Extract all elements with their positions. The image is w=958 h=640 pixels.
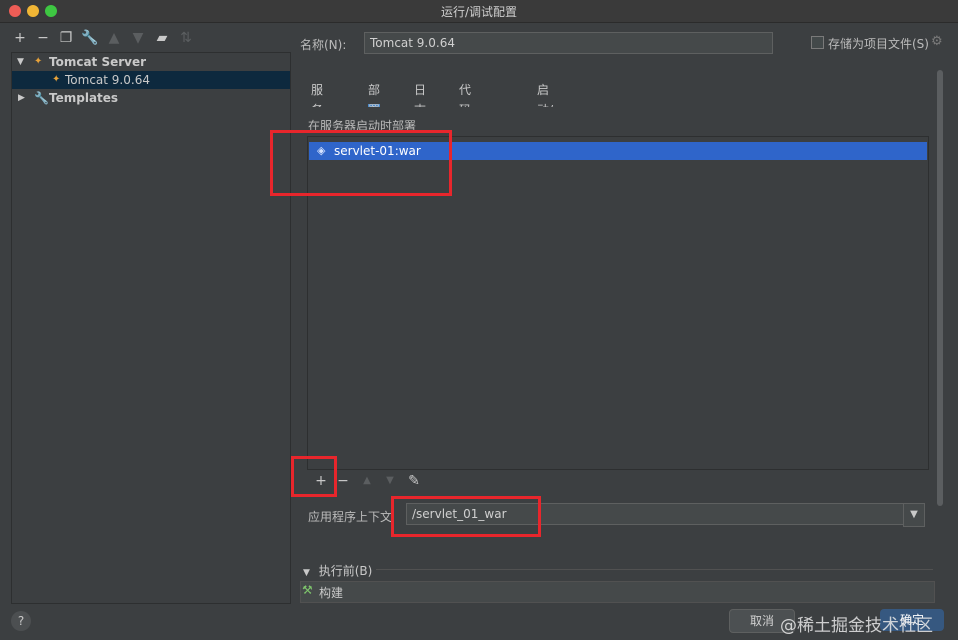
divider [376,569,933,570]
store-as-project-file-label: 存储为项目文件(S) [828,37,929,51]
tree-item-tomcat-server[interactable]: ▼ ✦ Tomcat Server [12,53,290,71]
remove-icon[interactable]: − [34,28,52,48]
wrench-icon: 🔧 [34,91,49,105]
tree-item-label: Tomcat Server [49,55,147,69]
artifact-list-toolbar: + − ▲ ▼ ✎ [307,469,927,492]
hammer-icon: ⚒ [302,583,313,597]
move-up-icon[interactable]: ▲ [357,470,377,492]
sort-icon[interactable]: ⇅ [177,28,195,48]
tab-logs[interactable]: 日志 [414,80,426,117]
name-label: 名称(N): [300,38,347,52]
help-button[interactable]: ? [11,611,31,631]
tab-deployment[interactable]: 部署 [368,80,381,117]
add-icon[interactable]: + [11,28,29,48]
scrollbar-thumb[interactable] [937,70,943,506]
tab-coverage[interactable]: 代码覆盖率 [459,80,471,177]
watermark: @稀土掘金技术社区 [780,616,933,636]
before-launch-header[interactable]: ▼ 执行前(B) [303,562,372,579]
edit-icon[interactable]: ✎ [404,470,424,492]
chevron-right-icon[interactable]: ▶ [18,89,25,107]
chevron-down-icon[interactable]: ▼ [303,568,310,578]
tree-item-templates[interactable]: ▶ 🔧 Templates [12,89,290,107]
wrench-icon[interactable]: 🔧 [81,28,99,48]
name-input[interactable]: Tomcat 9.0.64 [364,32,773,54]
folder-icon[interactable]: ▰ [153,28,171,48]
chevron-down-icon[interactable]: ▼ [17,53,24,71]
move-down-icon[interactable]: ▼ [380,470,400,492]
config-tree: ▼ ✦ Tomcat Server ✦ Tomcat 9.0.64 ▶ 🔧 Te… [11,52,291,604]
store-as-project-file-checkbox[interactable] [811,36,824,49]
run-debug-config-window: 运行/调试配置 + − ❐ 🔧 ▲ ▼ ▰ ⇅ ▼ ✦ Tomcat Serve… [0,0,958,640]
annotation-box-add [291,456,337,497]
move-down-icon[interactable]: ▼ [129,28,147,48]
app-context-label: 应用程序上下文 [308,510,393,524]
tree-item-tomcat-9[interactable]: ✦ Tomcat 9.0.64 [12,71,290,89]
tree-item-label: Templates [49,91,119,105]
annotation-box-context [391,496,541,537]
before-launch-label: 执行前(B) [318,564,373,578]
move-up-icon[interactable]: ▲ [105,28,123,48]
tomcat-icon: ✦ [34,56,43,67]
tab-startup-connection[interactable]: 启动/连接 [537,80,553,157]
title-bar: 运行/调试配置 [0,0,958,23]
tomcat-icon: ✦ [52,74,61,85]
before-launch-task[interactable]: 构建 [319,584,343,601]
annotation-box-artifact [270,130,452,196]
window-title: 运行/调试配置 [440,5,518,19]
copy-icon[interactable]: ❐ [57,28,75,48]
before-launch-list[interactable] [300,581,935,603]
tree-item-label: Tomcat 9.0.64 [65,73,150,87]
gear-icon[interactable]: ⚙ [931,34,943,49]
tab-server[interactable]: 服务器 [311,80,323,137]
chevron-down-icon[interactable]: ▼ [903,503,925,527]
